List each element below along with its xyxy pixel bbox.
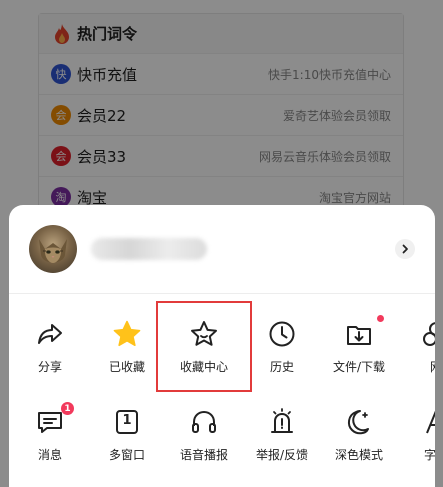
font-button[interactable]: 字体 xyxy=(395,389,435,473)
notification-dot xyxy=(377,315,384,322)
window-count: 1 xyxy=(122,413,132,428)
web-button[interactable]: 网 xyxy=(395,301,435,385)
voice-broadcast-label: 语音播报 xyxy=(179,448,228,462)
headphones-icon xyxy=(192,410,216,433)
files-downloads-label: 文件/下载 xyxy=(332,360,386,374)
share-icon xyxy=(38,324,62,344)
unread-count-badge: 1 xyxy=(61,402,74,415)
highlight-box xyxy=(156,301,252,392)
avatar[interactable] xyxy=(29,225,77,273)
web-icon xyxy=(423,322,435,346)
voice-broadcast-button[interactable]: 语音播报 xyxy=(163,389,245,473)
multi-window-button[interactable]: 1 多窗口 xyxy=(86,389,168,473)
font-icon xyxy=(426,410,435,434)
font-label: 字体 xyxy=(423,448,435,462)
moon-icon xyxy=(347,410,369,435)
download-folder-icon xyxy=(347,326,371,345)
dark-mode-button[interactable]: 深色模式 xyxy=(318,389,400,473)
report-alert-icon xyxy=(271,408,293,433)
chevron-right-icon[interactable] xyxy=(395,239,415,259)
report-feedback-label: 举报/反馈 xyxy=(255,448,309,462)
messages-button[interactable]: 1 消息 xyxy=(9,389,91,473)
message-icon xyxy=(38,412,62,433)
multi-window-label: 多窗口 xyxy=(108,448,145,462)
star-filled-icon xyxy=(113,320,141,347)
share-button[interactable]: 分享 xyxy=(9,301,91,385)
report-feedback-button[interactable]: 举报/反馈 xyxy=(241,389,323,473)
user-profile-row[interactable] xyxy=(9,205,435,293)
divider xyxy=(9,293,435,294)
history-label: 历史 xyxy=(269,360,294,374)
messages-label: 消息 xyxy=(37,448,62,462)
share-label: 分享 xyxy=(37,360,62,374)
cat-avatar-icon xyxy=(39,239,67,263)
dark-mode-label: 深色模式 xyxy=(334,448,383,462)
username-blurred xyxy=(91,238,207,260)
web-label: 网 xyxy=(395,358,435,375)
clock-history-icon xyxy=(269,321,295,347)
files-downloads-button[interactable]: 文件/下载 xyxy=(318,301,400,385)
history-button[interactable]: 历史 xyxy=(241,301,323,385)
action-grid-row-2: 1 消息 1 多窗口 语音播报 举报/反馈 深色模式 字 xyxy=(9,389,435,473)
